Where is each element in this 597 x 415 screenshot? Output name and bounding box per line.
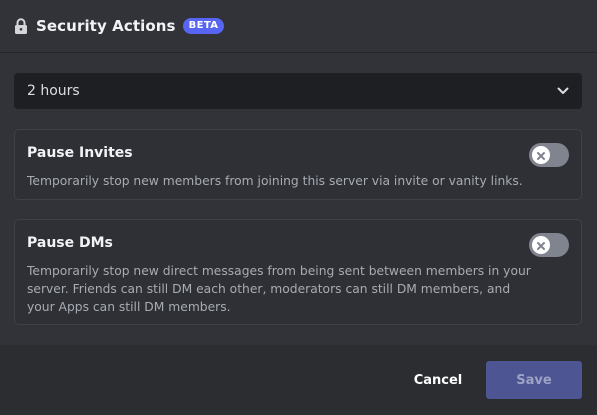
pause-dms-toggle[interactable]	[529, 233, 569, 257]
pause-dms-description: Temporarily stop new direct messages fro…	[27, 264, 531, 314]
modal-body: 2 hours Pause Invites Temporarily stop n…	[0, 53, 597, 345]
pause-invites-title: Pause Invites	[27, 145, 133, 161]
modal-footer: Cancel Save	[0, 345, 597, 415]
pause-invites-description: Temporarily stop new members from joinin…	[27, 174, 523, 188]
pause-dms-card: Pause DMs Temporarily stop new direct me…	[14, 219, 582, 325]
save-button[interactable]: Save	[486, 361, 582, 399]
duration-select-value: 2 hours	[27, 83, 80, 99]
beta-badge: BETA	[182, 18, 225, 34]
pause-dms-title: Pause DMs	[27, 235, 113, 251]
toggle-knob	[532, 236, 550, 254]
pause-invites-card: Pause Invites Temporarily stop new membe…	[14, 129, 582, 200]
close-icon	[536, 236, 546, 255]
cancel-button[interactable]: Cancel	[404, 361, 472, 399]
chevron-down-icon	[556, 84, 570, 98]
modal-title: Security Actions	[36, 17, 176, 35]
security-actions-modal: Security Actions BETA 2 hours Pause Invi…	[0, 0, 597, 415]
pause-invites-toggle[interactable]	[529, 143, 569, 167]
duration-select[interactable]: 2 hours	[14, 73, 582, 109]
toggle-knob	[532, 146, 550, 164]
modal-header: Security Actions BETA	[0, 0, 597, 53]
lock-icon	[14, 18, 28, 34]
close-icon	[536, 146, 546, 165]
